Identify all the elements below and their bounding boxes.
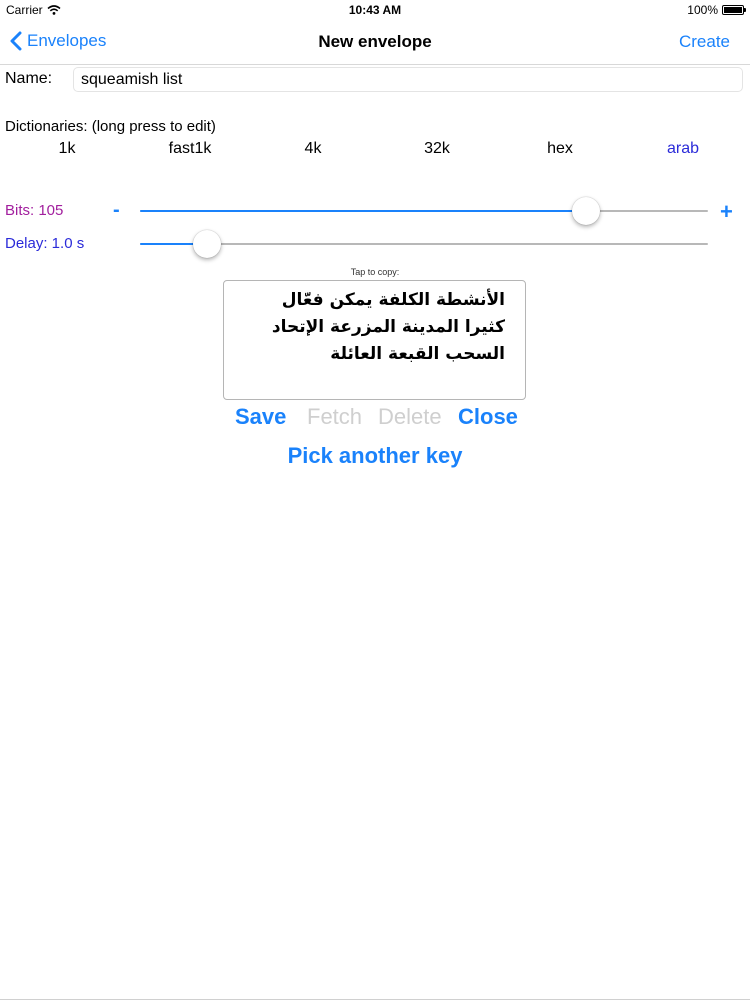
name-label: Name: xyxy=(5,70,53,87)
dictionaries-label: Dictionaries: (long press to edit) xyxy=(5,118,216,135)
dictionary-arab[interactable]: arab xyxy=(667,140,699,158)
dictionary-list: 1k fast1k 4k 32k hex arab xyxy=(0,140,750,162)
status-time: 10:43 AM xyxy=(348,3,402,17)
bits-label: Bits: 105 xyxy=(5,202,64,219)
dictionary-hex[interactable]: hex xyxy=(547,140,573,158)
bits-slider-thumb[interactable] xyxy=(571,197,600,225)
status-bar: Carrier 10:43 AM 100% xyxy=(0,0,750,20)
create-button[interactable]: Create xyxy=(679,32,730,52)
battery-fill xyxy=(724,7,742,13)
page-title: New envelope xyxy=(318,32,432,51)
dictionary-1k[interactable]: 1k xyxy=(59,140,76,158)
close-button[interactable]: Close xyxy=(458,404,518,430)
bits-slider-fill xyxy=(140,210,586,212)
name-input[interactable] xyxy=(73,67,743,92)
dictionary-fast1k[interactable]: fast1k xyxy=(169,140,212,158)
delay-label: Delay: 1.0 s xyxy=(5,235,85,252)
delete-button[interactable]: Delete xyxy=(378,404,442,430)
save-button[interactable]: Save xyxy=(235,404,286,430)
dictionary-32k[interactable]: 32k xyxy=(424,140,450,158)
key-text: الأنشطة الكلفة يمكن فعّال كثيرا المدينة … xyxy=(271,290,505,364)
status-right: 100% xyxy=(687,3,746,17)
battery-icon xyxy=(722,5,746,15)
delay-slider[interactable] xyxy=(140,230,708,258)
dictionary-4k[interactable]: 4k xyxy=(305,140,322,158)
delay-slider-thumb[interactable] xyxy=(193,230,222,258)
battery-percent: 100% xyxy=(687,3,718,17)
action-row: Save Fetch Delete Close xyxy=(0,404,750,434)
bits-increment-button[interactable]: + xyxy=(720,199,733,225)
key-box[interactable]: الأنشطة الكلفة يمكن فعّال كثيرا المدينة … xyxy=(223,280,526,400)
pick-another-key-button[interactable]: Pick another key xyxy=(288,443,463,468)
fetch-button[interactable]: Fetch xyxy=(307,404,362,430)
navigation-bar: Envelopes New envelope Create xyxy=(0,20,750,65)
tap-to-copy-hint: Tap to copy: xyxy=(350,267,400,277)
bits-decrement-button[interactable]: - xyxy=(113,199,120,222)
bits-slider[interactable] xyxy=(140,197,708,225)
pick-another-key-row: Pick another key xyxy=(0,443,750,469)
delay-slider-track xyxy=(140,243,708,245)
